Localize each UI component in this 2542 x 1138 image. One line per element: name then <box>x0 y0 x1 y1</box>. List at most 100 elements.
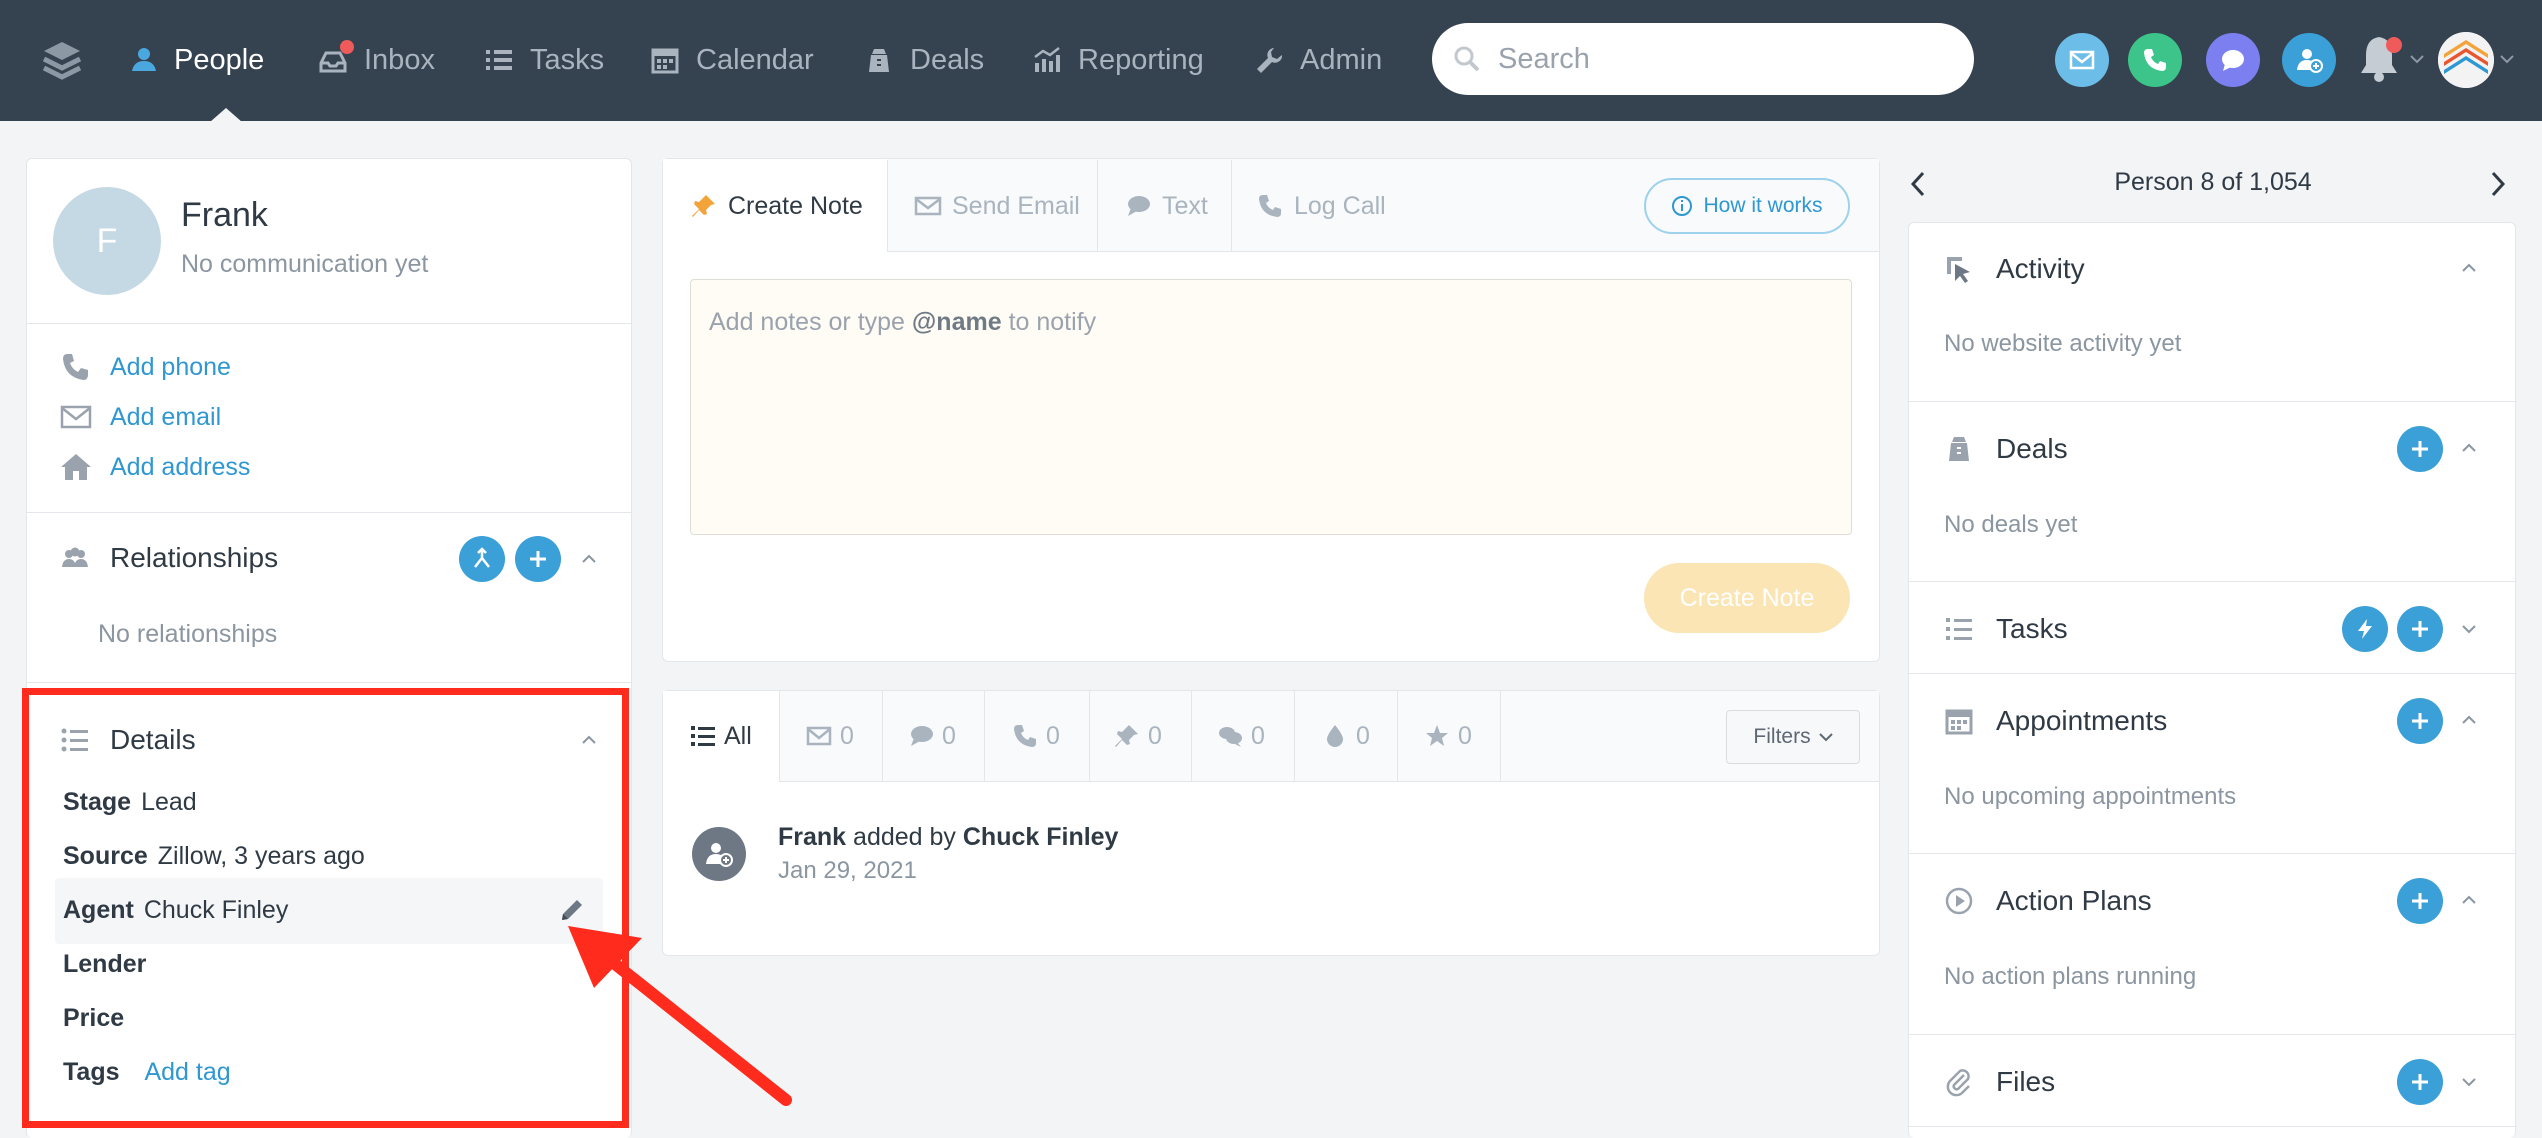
info-icon <box>1672 196 1693 216</box>
tasks-header[interactable]: Tasks <box>1944 613 2068 645</box>
add-phone-link[interactable]: Add phone <box>110 353 231 382</box>
appointments-empty: No upcoming appointments <box>1944 783 2237 810</box>
envelope-icon <box>806 726 832 746</box>
add-task-button[interactable] <box>2397 606 2443 652</box>
files-header[interactable]: Files <box>1944 1066 2055 1098</box>
action-plans-chevron-up-icon[interactable] <box>2460 891 2478 909</box>
people-group-icon <box>62 547 88 567</box>
add-email-link[interactable]: Add email <box>110 403 221 432</box>
search-input[interactable] <box>1498 42 1938 76</box>
relationships-header[interactable]: Relationships <box>60 542 278 574</box>
filter-emails[interactable]: 0 <box>806 690 854 782</box>
user-avatar[interactable] <box>2438 32 2494 88</box>
add-appointment-button[interactable] <box>2397 698 2443 744</box>
text-action-button[interactable] <box>2206 33 2260 87</box>
feed-entry-actor[interactable]: Chuck Finley <box>963 823 1119 851</box>
divider <box>1909 401 2515 402</box>
email-action-button[interactable] <box>2055 33 2109 87</box>
merge-relationship-button[interactable] <box>459 536 505 582</box>
tasks-chevron-down-icon[interactable] <box>2460 620 2478 638</box>
add-person-button[interactable] <box>2282 33 2336 87</box>
appointments-header[interactable]: Appointments <box>1944 705 2167 737</box>
filter-drips[interactable]: 0 <box>1322 690 1370 782</box>
filter-all[interactable]: All <box>690 690 752 782</box>
nav-tasks[interactable]: Tasks <box>484 36 604 84</box>
phone-icon <box>2144 49 2166 71</box>
feed-entry-date: Jan 29, 2021 <box>778 857 917 884</box>
filter-favorites[interactable]: 0 <box>1424 690 1472 782</box>
chevron-down-icon <box>1818 733 1833 742</box>
add-address-row[interactable]: Add address <box>60 452 250 482</box>
note-placeholder-mention: @name <box>911 308 1002 336</box>
notifications-button[interactable] <box>2356 33 2406 87</box>
action-plans-empty: No action plans running <box>1944 963 2197 990</box>
plus-icon <box>530 551 546 567</box>
user-menu-chevron-down-icon[interactable] <box>2500 54 2514 64</box>
add-address-link[interactable]: Add address <box>110 453 250 482</box>
activity-header[interactable]: Activity <box>1944 253 2085 285</box>
nav-admin[interactable]: Admin <box>1254 36 1382 84</box>
add-phone-row[interactable]: Add phone <box>60 352 231 382</box>
filter-calls[interactable]: 0 <box>1012 690 1060 782</box>
plus-icon <box>2412 441 2428 457</box>
inbox-unread-dot <box>340 40 354 54</box>
nav-tasks-label: Tasks <box>530 43 605 76</box>
search-box[interactable] <box>1432 23 1974 95</box>
filter-texts[interactable]: 0 <box>908 690 956 782</box>
filters-button-label: Filters <box>1753 725 1811 748</box>
tab-text-label: Text <box>1162 191 1208 220</box>
list-icon <box>486 50 512 70</box>
drop-icon <box>1327 725 1343 747</box>
sidebar-panels <box>1908 222 2516 1138</box>
tab-text[interactable]: Text <box>1124 160 1208 252</box>
add-file-button[interactable] <box>2397 1059 2443 1105</box>
create-note-button[interactable]: Create Note <box>1644 563 1850 633</box>
filter-notes[interactable]: 0 <box>1114 690 1162 782</box>
deals-header[interactable]: Deals <box>1944 433 2068 465</box>
files-chevron-down-icon[interactable] <box>2460 1073 2478 1091</box>
how-it-works-button[interactable]: How it works <box>1644 178 1850 234</box>
notifications-chevron-down-icon[interactable] <box>2410 54 2424 64</box>
tab-send-email[interactable]: Send Email <box>914 160 1080 252</box>
nav-admin-label: Admin <box>1300 43 1383 76</box>
action-plans-header[interactable]: Action Plans <box>1944 885 2152 917</box>
filter-conversations[interactable]: 0 <box>1217 690 1265 782</box>
add-email-row[interactable]: Add email <box>60 402 221 432</box>
filter-separator <box>1500 690 1501 782</box>
nav-reporting[interactable]: Reporting <box>1032 36 1204 84</box>
tab-log-call[interactable]: Log Call <box>1256 160 1386 252</box>
divider <box>27 512 631 513</box>
tab-create-note[interactable]: Create Note <box>690 160 863 252</box>
nav-deals[interactable]: Deals <box>864 36 984 84</box>
note-textarea[interactable]: Add notes or type @name to notify <box>690 279 1852 535</box>
appointments-chevron-up-icon[interactable] <box>2460 711 2478 729</box>
nav-people[interactable]: People <box>128 36 264 84</box>
quick-task-button[interactable] <box>2342 606 2388 652</box>
plus-icon <box>2412 621 2428 637</box>
call-action-button[interactable] <box>2128 33 2182 87</box>
next-record-chevron-right-icon[interactable] <box>2488 170 2508 198</box>
add-relationship-button[interactable] <box>515 536 561 582</box>
plus-icon <box>2412 1074 2428 1090</box>
activity-chevron-up-icon[interactable] <box>2460 259 2478 277</box>
previous-record-chevron-left-icon[interactable] <box>1908 170 1928 198</box>
nav-inbox[interactable]: Inbox <box>318 36 435 84</box>
feed-entry-subject[interactable]: Frank <box>778 823 846 851</box>
deal-icon <box>1949 437 1969 461</box>
relationships-chevron-up-icon[interactable] <box>580 550 598 568</box>
filter-separator <box>779 690 780 782</box>
nav-calendar[interactable]: Calendar <box>650 36 814 84</box>
search-icon <box>1454 46 1480 72</box>
notification-dot <box>2386 37 2402 53</box>
tab-separator <box>1231 160 1232 252</box>
envelope-icon <box>914 196 942 216</box>
contact-name[interactable]: Frank <box>181 196 268 235</box>
app-logo-icon[interactable] <box>40 38 84 82</box>
add-deal-button[interactable] <box>2397 426 2443 472</box>
divider <box>1909 1034 2515 1035</box>
contact-avatar: F <box>53 187 161 295</box>
deals-chevron-up-icon[interactable] <box>2460 439 2478 457</box>
add-action-plan-button[interactable] <box>2397 878 2443 924</box>
list-icon <box>1946 618 1972 640</box>
filters-dropdown-button[interactable]: Filters <box>1726 710 1860 764</box>
